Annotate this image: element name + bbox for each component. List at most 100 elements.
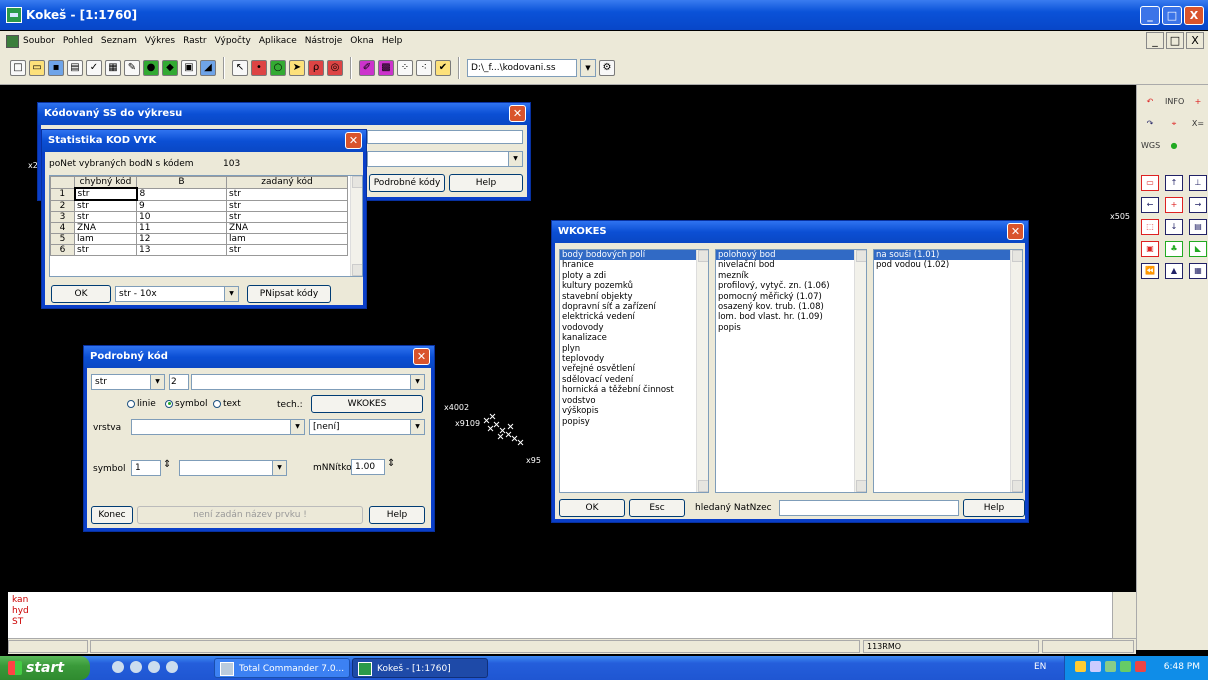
table-cell[interactable]: str	[74, 199, 137, 212]
command-scrollbar[interactable]	[1112, 592, 1136, 638]
ok-button[interactable]: OK	[559, 499, 625, 517]
move-up-icon[interactable]: ↑	[1165, 175, 1183, 191]
menu-okna[interactable]: Okna	[350, 36, 374, 46]
ss-field-1[interactable]	[367, 130, 523, 144]
table-cell[interactable]: ZNA	[74, 222, 137, 234]
info-icon[interactable]: INFO	[1165, 95, 1184, 111]
task-kokes[interactable]: Kokeš - [1:1760]	[352, 658, 488, 678]
list-item[interactable]: veřejné osvětlení	[560, 364, 708, 374]
scatter-icon[interactable]: ⁘	[397, 59, 413, 76]
list-item[interactable]: kultury pozemků	[560, 281, 708, 291]
code-table[interactable]: chybný kód B zadaný kód 1 str 8 str 2 str 9st…	[49, 175, 363, 277]
table-row[interactable]: 2 str 9 str	[50, 199, 348, 212]
menu-nastroje[interactable]: Nástroje	[305, 36, 343, 46]
undo-icon[interactable]: ↶	[1141, 95, 1159, 111]
list-item[interactable]: mezník	[716, 271, 866, 281]
network-icon[interactable]	[1090, 661, 1101, 672]
table-cell[interactable]: lam	[74, 233, 137, 245]
table-cell[interactable]: 11	[136, 222, 227, 234]
menu-aplikace[interactable]: Aplikace	[259, 36, 297, 46]
move-left-icon[interactable]: ←	[1141, 197, 1159, 213]
dotted-rect-icon[interactable]: ⬚	[1141, 219, 1159, 235]
snap-icon[interactable]: ⌖	[1165, 117, 1183, 133]
symbol-combo[interactable]: ▼	[179, 460, 287, 476]
help-button[interactable]: Help	[449, 174, 523, 192]
list-item[interactable]: na souši (1.01)	[874, 250, 1022, 261]
mdi-restore-button[interactable]: □	[1166, 32, 1184, 49]
list-scrollbar[interactable]	[696, 250, 708, 492]
pnipsat-kody-button[interactable]: PNipsat kódy	[247, 285, 331, 303]
globe-icon[interactable]: ●	[143, 59, 159, 76]
spin-field[interactable]: 2	[169, 374, 189, 390]
menu-soubor[interactable]: Soubor	[23, 36, 55, 46]
command-history[interactable]: kan hyd ST	[8, 592, 1136, 638]
table-cell[interactable]: ZNA	[226, 222, 348, 234]
vrstva2-combo[interactable]: [není] ▼	[309, 419, 425, 435]
mdi-close-button[interactable]: X	[1186, 32, 1204, 49]
list-item[interactable]: nivelační bod	[716, 260, 866, 270]
wgs-icon[interactable]: WGS	[1141, 139, 1160, 155]
table-cell[interactable]: str	[74, 211, 137, 223]
search-input[interactable]	[779, 500, 959, 516]
menu-vykres[interactable]: Výkres	[145, 36, 175, 46]
fill-icon[interactable]: ◣	[1189, 241, 1207, 257]
redo-icon[interactable]: ↷	[1141, 117, 1159, 133]
table-row[interactable]: 4 ZNA 11 ZNA	[50, 222, 348, 234]
sync-icon[interactable]	[1120, 661, 1131, 672]
list-item[interactable]: polohový bod	[716, 250, 866, 261]
ok-button[interactable]: OK	[51, 285, 111, 303]
start-button[interactable]: start	[0, 656, 90, 680]
radio-linie[interactable]: linie	[127, 399, 156, 409]
print-preview-icon[interactable]: ▤	[67, 59, 83, 76]
language-indicator[interactable]: EN	[1034, 662, 1046, 672]
palette-icon[interactable]: ◆	[162, 59, 178, 76]
shield-icon[interactable]	[1075, 661, 1086, 672]
list-item[interactable]: hranice	[560, 260, 708, 270]
category-list[interactable]: body bodových polí hranice ploty a zdi k…	[559, 249, 709, 493]
table-cell[interactable]: 10	[136, 211, 227, 223]
move-down-icon[interactable]: ↓	[1165, 219, 1183, 235]
list-item[interactable]: stavební objekty	[560, 292, 708, 302]
spinner-icon[interactable]: ⇕	[387, 458, 395, 469]
file-path-combo[interactable]: D:\_f...\kodovani.ss	[467, 58, 577, 77]
close-icon[interactable]: ✕	[345, 132, 362, 149]
mn-field[interactable]: 1.00	[351, 459, 385, 475]
table-row[interactable]: 5 lam 12 lam	[50, 233, 348, 245]
rewind-icon[interactable]: ⏪	[1141, 263, 1159, 279]
list-item[interactable]: plyn	[560, 344, 708, 354]
table-cell[interactable]: lam	[226, 233, 348, 245]
table-cell[interactable]: 8	[136, 187, 227, 201]
table-cell[interactable]: str	[73, 187, 138, 201]
zoom-icon[interactable]: ⚙	[599, 59, 615, 76]
table-row[interactable]: 3 str 10 str	[50, 211, 348, 223]
podrobne-kody-button[interactable]: Podrobné kódy	[369, 174, 445, 192]
ss-combo[interactable]: ▼	[367, 151, 523, 167]
list-scrollbar[interactable]	[854, 250, 866, 492]
list-item[interactable]: hornická a těžební činnost	[560, 385, 708, 395]
list-item[interactable]: osazený kov. trub. (1.08)	[716, 302, 866, 312]
list-item[interactable]: elektrická vedení	[560, 312, 708, 322]
tree-icon[interactable]: ♣	[1165, 241, 1183, 257]
menu-rastr[interactable]: Rastr	[183, 36, 207, 46]
symbol-field[interactable]: 1	[131, 460, 161, 476]
menu-pohled[interactable]: Pohled	[63, 36, 93, 46]
save-icon[interactable]: ▪	[48, 59, 64, 76]
list-item[interactable]: teplovody	[560, 354, 708, 364]
table-cell[interactable]: 9	[136, 199, 227, 212]
help-button[interactable]: Help	[369, 506, 425, 524]
measure-icon[interactable]: ⊥	[1189, 175, 1207, 191]
brush-icon[interactable]: ✐	[359, 59, 375, 76]
minimize-button[interactable]: _	[1140, 6, 1160, 25]
close-button[interactable]: X	[1184, 6, 1204, 25]
browser-icon[interactable]	[130, 661, 142, 673]
open-icon[interactable]: ▭	[29, 59, 45, 76]
target-icon[interactable]: ◎	[327, 59, 343, 76]
summary-combo[interactable]: str - 10x ▼	[115, 286, 239, 302]
table-scrollbar[interactable]	[350, 176, 362, 276]
menu-seznam[interactable]: Seznam	[101, 36, 137, 46]
table-cell[interactable]: str	[226, 244, 348, 256]
list-item[interactable]: sdělovací vedení	[560, 375, 708, 385]
scatter-add-icon[interactable]: ⁖	[416, 59, 432, 76]
list-item[interactable]: pod vodou (1.02)	[874, 260, 1022, 270]
arrow-icon[interactable]: ➤	[289, 59, 305, 76]
